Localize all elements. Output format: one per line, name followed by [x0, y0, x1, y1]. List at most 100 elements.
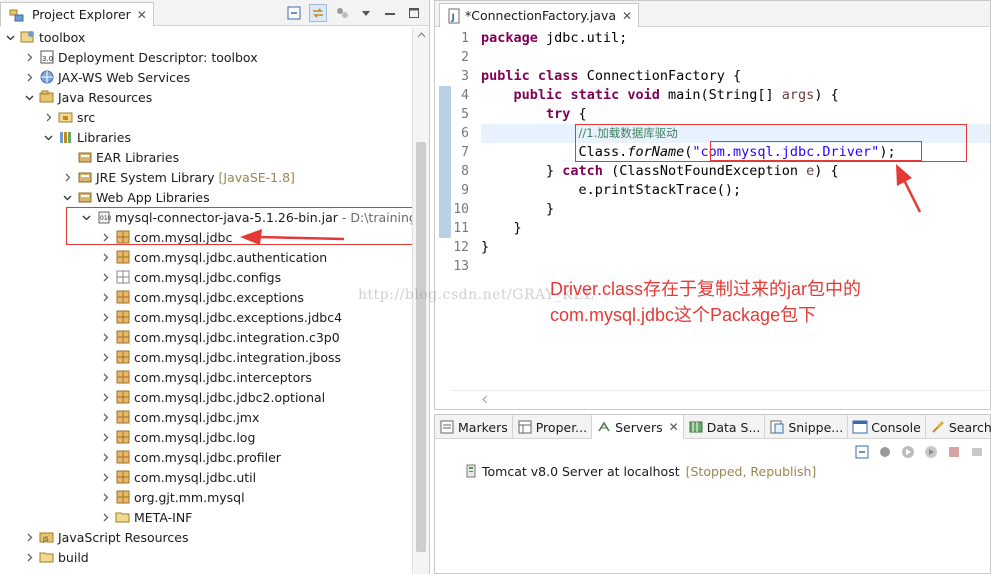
chevron-right-icon[interactable] [99, 431, 111, 443]
properties-icon [517, 419, 533, 435]
line-number: 1 [461, 31, 469, 46]
chevron-right-icon[interactable] [99, 231, 111, 243]
chevron-down-icon[interactable] [4, 31, 16, 43]
tree-item[interactable]: EAR Libraries [0, 147, 412, 167]
tree-item[interactable]: com.mysql.jdbc.jmx [0, 407, 412, 427]
chevron-down-icon[interactable] [80, 211, 92, 223]
debug-server-icon[interactable] [876, 443, 894, 461]
svg-text:010: 010 [100, 215, 112, 222]
close-icon[interactable]: ✕ [669, 420, 679, 434]
tab-connection-factory[interactable]: J *ConnectionFactory.java ✕ [439, 3, 640, 27]
profile-server-icon[interactable] [922, 443, 940, 461]
tree-item[interactable]: Libraries [0, 127, 412, 147]
tree-item[interactable]: org.gjt.mm.mysql [0, 487, 412, 507]
tab-markers[interactable]: Markers [435, 415, 513, 439]
chevron-right-icon[interactable] [99, 391, 111, 403]
tab-console[interactable]: Console [848, 415, 926, 439]
tree-item[interactable]: com.mysql.jdbc.authentication [0, 247, 412, 267]
chevron-right-icon[interactable] [99, 271, 111, 283]
stop-server-icon[interactable] [945, 443, 963, 461]
console-icon [852, 419, 868, 435]
tree-item[interactable]: META-INF [0, 507, 412, 527]
editor-horizontal-scrollbar[interactable] [451, 390, 990, 408]
chevron-down-icon[interactable] [42, 131, 54, 143]
chevron-right-icon[interactable] [99, 451, 111, 463]
chevron-right-icon[interactable] [99, 291, 111, 303]
tree-item-label: build [58, 549, 89, 565]
chevron-right-icon[interactable] [23, 551, 35, 563]
chevron-right-icon[interactable] [23, 51, 35, 63]
chevron-down-icon[interactable] [23, 91, 35, 103]
chevron-right-icon[interactable] [99, 411, 111, 423]
scroll-thumb[interactable] [416, 142, 426, 552]
tree-item[interactable]: com.mysql.jdbc.configs [0, 267, 412, 287]
link-with-editor-icon[interactable] [309, 4, 327, 22]
tree-item-label: EAR Libraries [96, 149, 180, 165]
close-icon[interactable]: ✕ [622, 9, 632, 23]
tab-search[interactable]: Search [926, 415, 991, 439]
minimize-icon[interactable] [381, 4, 399, 22]
close-icon[interactable]: ✕ [137, 8, 147, 22]
server-entry-tomcat[interactable]: Tomcat v8.0 Server at localhost [Stopped… [463, 463, 816, 479]
chevron-right-icon[interactable] [99, 251, 111, 263]
scroll-up-icon[interactable] [417, 31, 426, 40]
tree-item[interactable]: com.mysql.jdbc.integration.jboss [0, 347, 412, 367]
chevron-right-icon[interactable] [42, 111, 54, 123]
library-icon [77, 189, 93, 205]
filters-icon[interactable] [333, 4, 351, 22]
collapse-icon[interactable] [853, 443, 871, 461]
jar-icon: 010 [96, 209, 112, 225]
tree-item[interactable]: JS JavaScript Resources [0, 527, 412, 547]
code-area[interactable]: 1 2 3 4 5 6 7 8 9 10 11 12 13 package jdbc.util; pub… [435, 28, 990, 390]
tree-item[interactable]: com.mysql.jdbc.interceptors [0, 367, 412, 387]
tree-item[interactable]: com.mysql.jdbc [0, 227, 412, 247]
tree-item[interactable]: com.mysql.jdbc.log [0, 427, 412, 447]
tree-item-label: com.mysql.jdbc.exceptions.jdbc4 [134, 309, 343, 325]
web-services-icon [39, 69, 55, 85]
tab-data-source[interactable]: Data S... [684, 415, 766, 439]
chevron-down-icon[interactable] [61, 191, 73, 203]
tree-item[interactable]: com.mysql.jdbc.integration.c3p0 [0, 327, 412, 347]
chevron-right-icon[interactable] [23, 531, 35, 543]
chevron-right-icon[interactable] [99, 371, 111, 383]
code-text[interactable]: package jdbc.util; public class Connecti… [481, 29, 990, 276]
tab-snippets[interactable]: Snippe... [765, 415, 849, 439]
tree-item[interactable]: Java Resources [0, 87, 412, 107]
tree-item[interactable]: JAX-WS Web Services [0, 67, 412, 87]
chevron-right-icon[interactable] [99, 351, 111, 363]
publish-icon[interactable] [968, 443, 986, 461]
chevron-right-icon[interactable] [23, 71, 35, 83]
tree-item[interactable]: toolbox [0, 27, 412, 47]
maximize-icon[interactable] [405, 4, 423, 22]
tab-servers[interactable]: Servers ✕ [592, 415, 684, 439]
chevron-right-icon[interactable] [99, 331, 111, 343]
view-menu-icon[interactable] [357, 4, 375, 22]
tab-project-explorer[interactable]: Project Explorer ✕ [0, 2, 154, 26]
tree-item[interactable]: com.mysql.jdbc.profiler [0, 447, 412, 467]
collapse-all-icon[interactable] [285, 4, 303, 22]
tree-item[interactable]: 010 mysql-connector-java-5.1.26-bin.jar - … [0, 207, 429, 227]
tree-item[interactable]: com.mysql.jdbc.exceptions.jdbc4 [0, 307, 412, 327]
tree-item[interactable]: com.mysql.jdbc.exceptions [0, 287, 412, 307]
chevron-right-icon[interactable] [99, 511, 111, 523]
tree-item[interactable]: 3.0 Deployment Descriptor: toolbox [0, 47, 412, 67]
tree-item[interactable]: com.mysql.jdbc.jdbc2.optional [0, 387, 412, 407]
tree-item-label: com.mysql.jdbc.interceptors [134, 369, 312, 385]
tab-properties[interactable]: Proper... [513, 415, 593, 439]
tree-item[interactable]: JRE System Library [JavaSE-1.8] [0, 167, 412, 187]
start-server-icon[interactable] [899, 443, 917, 461]
tree-item[interactable]: build [0, 547, 412, 567]
chevron-right-icon[interactable] [99, 471, 111, 483]
code-line-10: } [546, 201, 555, 217]
chevron-right-icon[interactable] [99, 491, 111, 503]
chevron-right-icon[interactable] [61, 171, 73, 183]
snippets-icon [769, 419, 785, 435]
tree-item[interactable]: Web App Libraries [0, 187, 412, 207]
project-explorer-scrollbar[interactable] [412, 27, 429, 574]
chevron-right-icon[interactable] [99, 311, 111, 323]
tree-item[interactable]: src [0, 107, 412, 127]
scroll-left-icon[interactable] [481, 395, 490, 404]
tree-item[interactable]: com.mysql.jdbc.util [0, 467, 412, 487]
line-number: 12 [453, 240, 469, 255]
